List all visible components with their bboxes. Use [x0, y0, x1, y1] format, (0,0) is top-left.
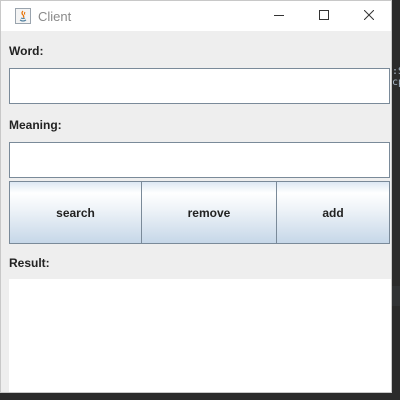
close-button[interactable] [346, 1, 392, 31]
search-button[interactable]: search [9, 181, 142, 244]
meaning-label: Meaning: [9, 118, 62, 132]
client-window: Client Word: Meaning: search remove add … [0, 0, 392, 393]
title-bar[interactable]: Client [1, 1, 391, 31]
word-label: Word: [9, 44, 44, 58]
word-input[interactable] [9, 68, 390, 104]
content-pane: Word: Meaning: search remove add Result: [1, 31, 391, 392]
maximize-icon [319, 7, 329, 25]
result-textarea[interactable] [9, 279, 391, 392]
maximize-button[interactable] [301, 1, 347, 31]
minimize-icon [274, 7, 284, 25]
ide-background-right: :S cp [392, 66, 400, 88]
java-app-icon [15, 8, 31, 24]
remove-button[interactable]: remove [141, 181, 277, 244]
close-icon [363, 7, 375, 25]
result-label: Result: [9, 256, 50, 270]
minimize-button[interactable] [256, 1, 302, 31]
button-row: search remove add [9, 181, 390, 244]
window-title: Client [38, 9, 72, 24]
add-button[interactable]: add [276, 181, 390, 244]
meaning-input[interactable] [9, 142, 390, 178]
